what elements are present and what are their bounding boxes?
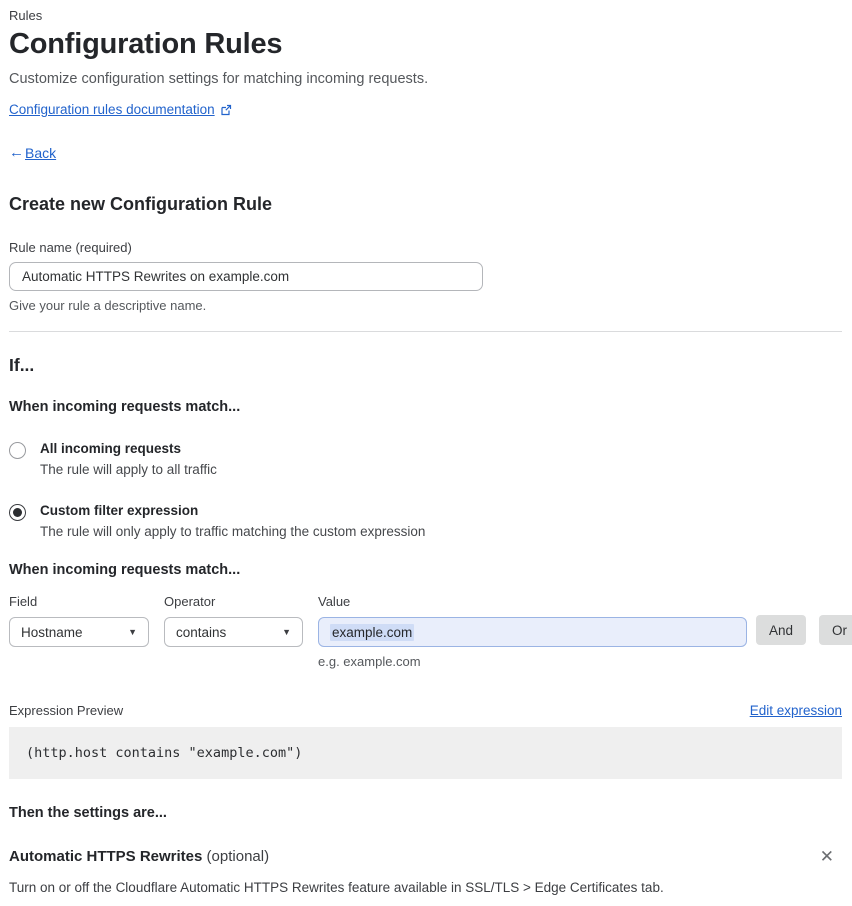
match-heading: When incoming requests match... xyxy=(9,399,241,415)
external-link-icon xyxy=(220,104,232,116)
setting-optional-tag: (optional) xyxy=(202,848,270,865)
section-divider xyxy=(9,331,842,332)
expression-builder-row: Field Hostname ▼ Operator contains ▼ Val… xyxy=(9,594,852,669)
back-link[interactable]: Back xyxy=(25,145,56,161)
expression-preview-code: (http.host contains "example.com") xyxy=(9,727,842,779)
then-settings-heading: Then the settings are... xyxy=(9,805,167,821)
radio-option-all-requests[interactable]: All incoming requests The rule will appl… xyxy=(9,441,842,477)
radio-checked-icon[interactable] xyxy=(9,504,26,521)
close-icon[interactable]: ✕ xyxy=(818,846,836,867)
if-heading: If... xyxy=(9,355,35,375)
value-input[interactable]: example.com xyxy=(318,617,747,647)
chevron-down-icon: ▼ xyxy=(128,627,137,637)
field-label: Field xyxy=(9,594,38,609)
value-label: Value xyxy=(318,594,351,609)
operator-select[interactable]: contains ▼ xyxy=(164,617,303,647)
chevron-down-icon: ▼ xyxy=(282,627,291,637)
radio-option-label: All incoming requests xyxy=(40,441,182,456)
page-subtitle: Customize configuration settings for mat… xyxy=(9,71,429,87)
radio-option-custom-filter[interactable]: Custom filter expression The rule will o… xyxy=(9,503,842,539)
operator-select-value: contains xyxy=(176,624,227,640)
radio-option-description: The rule will only apply to traffic matc… xyxy=(40,524,426,539)
field-select-value: Hostname xyxy=(21,624,83,640)
rule-name-input[interactable] xyxy=(9,262,483,291)
breadcrumb: Rules xyxy=(9,8,43,23)
setting-name: Automatic HTTPS Rewrites (optional) xyxy=(9,848,269,865)
edit-expression-link[interactable]: Edit expression xyxy=(750,703,842,718)
or-button[interactable]: Or xyxy=(819,615,852,645)
setting-description: Turn on or off the Cloudflare Automatic … xyxy=(9,880,664,895)
rule-name-help: Give your rule a descriptive name. xyxy=(9,298,207,313)
radio-option-description: The rule will apply to all traffic xyxy=(40,462,217,477)
back-link-row[interactable]: ← Back xyxy=(9,144,842,161)
setting-name-bold: Automatic HTTPS Rewrites xyxy=(9,848,203,865)
field-select[interactable]: Hostname ▼ xyxy=(9,617,149,647)
configuration-rules-page: Rules Configuration Rules Customize conf… xyxy=(0,0,852,906)
builder-heading: When incoming requests match... xyxy=(9,562,241,578)
documentation-link[interactable]: Configuration rules documentation xyxy=(9,102,215,117)
and-button[interactable]: And xyxy=(756,615,807,645)
radio-unchecked-icon[interactable] xyxy=(9,442,26,459)
radio-option-label: Custom filter expression xyxy=(40,503,199,518)
operator-label: Operator xyxy=(164,594,216,609)
rule-name-label: Rule name (required) xyxy=(9,240,132,255)
page-title: Configuration Rules xyxy=(9,28,283,60)
create-rule-title: Create new Configuration Rule xyxy=(9,194,273,214)
expression-preview-label: Expression Preview xyxy=(9,703,124,718)
arrow-left-icon: ← xyxy=(9,144,24,161)
value-help: e.g. example.com xyxy=(318,654,421,669)
value-input-text: example.com xyxy=(330,623,415,641)
